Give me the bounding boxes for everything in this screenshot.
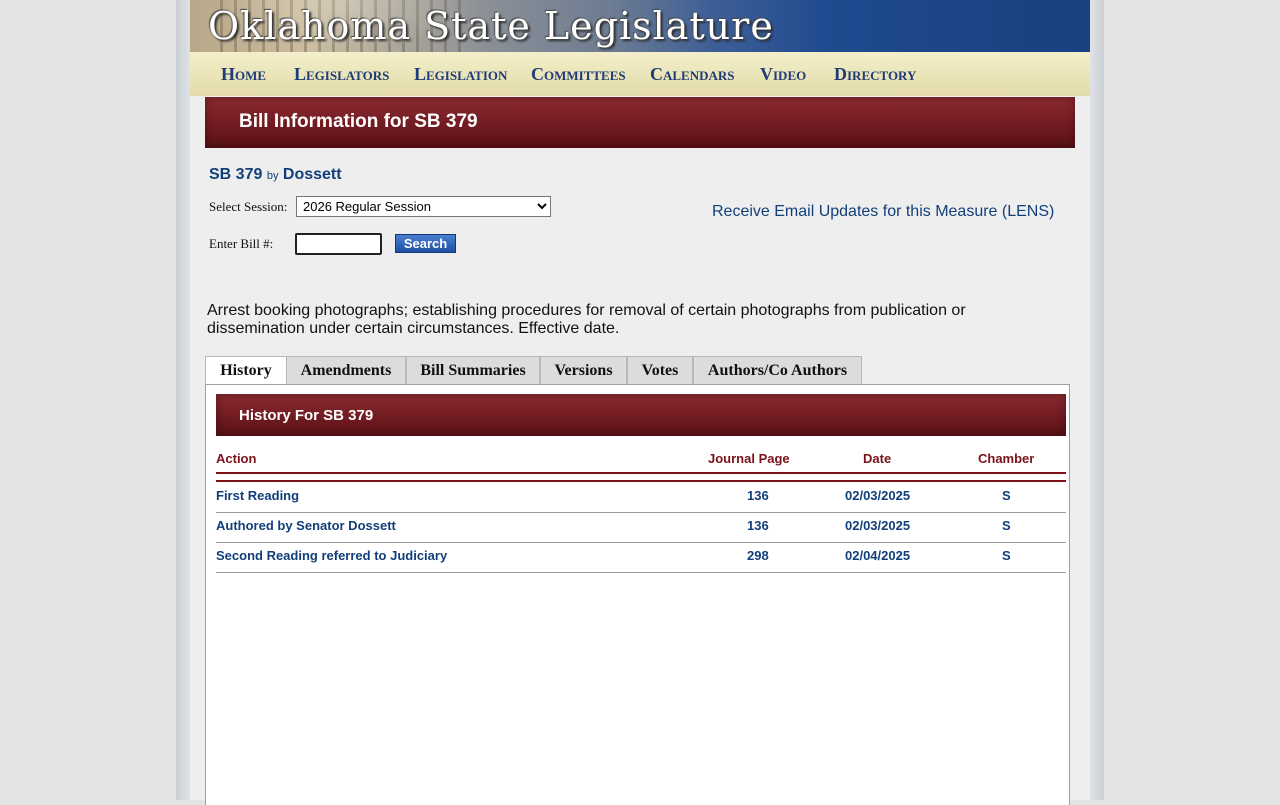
nav-directory[interactable]: Directory xyxy=(834,64,916,85)
col-chamber: Chamber xyxy=(978,451,1035,466)
lens-email-link[interactable]: Receive Email Updates for this Measure (… xyxy=(712,203,1054,221)
cell-chamber[interactable]: S xyxy=(1002,548,1011,563)
bill-number-input[interactable] xyxy=(295,233,382,255)
bill-description: Arrest booking photographs; establishing… xyxy=(207,302,966,337)
cell-date[interactable]: 02/03/2025 xyxy=(845,518,910,533)
cell-action[interactable]: First Reading xyxy=(216,488,299,503)
page: Oklahoma State Legislature Home Legislat… xyxy=(190,0,1090,805)
bill-title-line: SB 379 by Dossett xyxy=(209,166,342,184)
table-row: Second Reading referred to Judiciary 298… xyxy=(216,542,1066,573)
tab-votes[interactable]: Votes xyxy=(627,356,693,384)
tab-versions[interactable]: Versions xyxy=(540,356,627,384)
bill-by: by xyxy=(266,170,279,182)
site-title: Oklahoma State Legislature xyxy=(208,4,774,48)
bill-info-title: Bill Information for SB 379 xyxy=(239,111,478,132)
cell-chamber[interactable]: S xyxy=(1002,518,1011,533)
table-row: Authored by Senator Dossett 136 02/03/20… xyxy=(216,512,1066,543)
col-journal-page: Journal Page xyxy=(708,451,790,466)
tab-amendments[interactable]: Amendments xyxy=(286,356,406,384)
col-action: Action xyxy=(216,451,257,466)
bill-author-link[interactable]: Dossett xyxy=(283,166,342,183)
tab-authors[interactable]: Authors/Co Authors xyxy=(693,356,862,384)
main-nav: Home Legislators Legislation Committees … xyxy=(190,52,1090,96)
history-panel: History For SB 379 Action Journal Page D… xyxy=(205,384,1070,805)
col-date: Date xyxy=(863,451,892,466)
nav-calendars[interactable]: Calendars xyxy=(650,64,735,85)
session-label: Select Session: xyxy=(209,199,288,214)
table-row: First Reading 136 02/03/2025 S xyxy=(216,482,1066,513)
cell-action[interactable]: Second Reading referred to Judiciary xyxy=(216,548,447,563)
header-rule xyxy=(216,472,1066,474)
search-button[interactable]: Search xyxy=(395,234,456,253)
bill-number: SB 379 xyxy=(209,166,263,183)
nav-committees[interactable]: Committees xyxy=(531,64,626,85)
cell-date[interactable]: 02/03/2025 xyxy=(845,488,910,503)
session-select[interactable]: 2026 Regular Session xyxy=(296,196,551,217)
history-title: History For SB 379 xyxy=(239,407,374,424)
nav-legislation[interactable]: Legislation xyxy=(414,64,507,85)
nav-home[interactable]: Home xyxy=(221,64,266,85)
history-header: History For SB 379 xyxy=(216,394,1066,436)
bill-number-label: Enter Bill #: xyxy=(209,236,274,251)
tab-bill-summaries[interactable]: Bill Summaries xyxy=(406,356,540,384)
cell-action[interactable]: Authored by Senator Dossett xyxy=(216,518,396,533)
tab-history[interactable]: History xyxy=(205,356,287,386)
nav-legislators[interactable]: Legislators xyxy=(294,64,389,85)
cell-journal-page[interactable]: 298 xyxy=(747,548,769,563)
cell-journal-page[interactable]: 136 xyxy=(747,488,769,503)
nav-video[interactable]: Video xyxy=(760,64,806,85)
cell-date[interactable]: 02/04/2025 xyxy=(845,548,910,563)
bill-info-header: Bill Information for SB 379 xyxy=(205,97,1075,148)
site-banner[interactable]: Oklahoma State Legislature xyxy=(190,0,1090,52)
cell-chamber[interactable]: S xyxy=(1002,488,1011,503)
cell-journal-page[interactable]: 136 xyxy=(747,518,769,533)
